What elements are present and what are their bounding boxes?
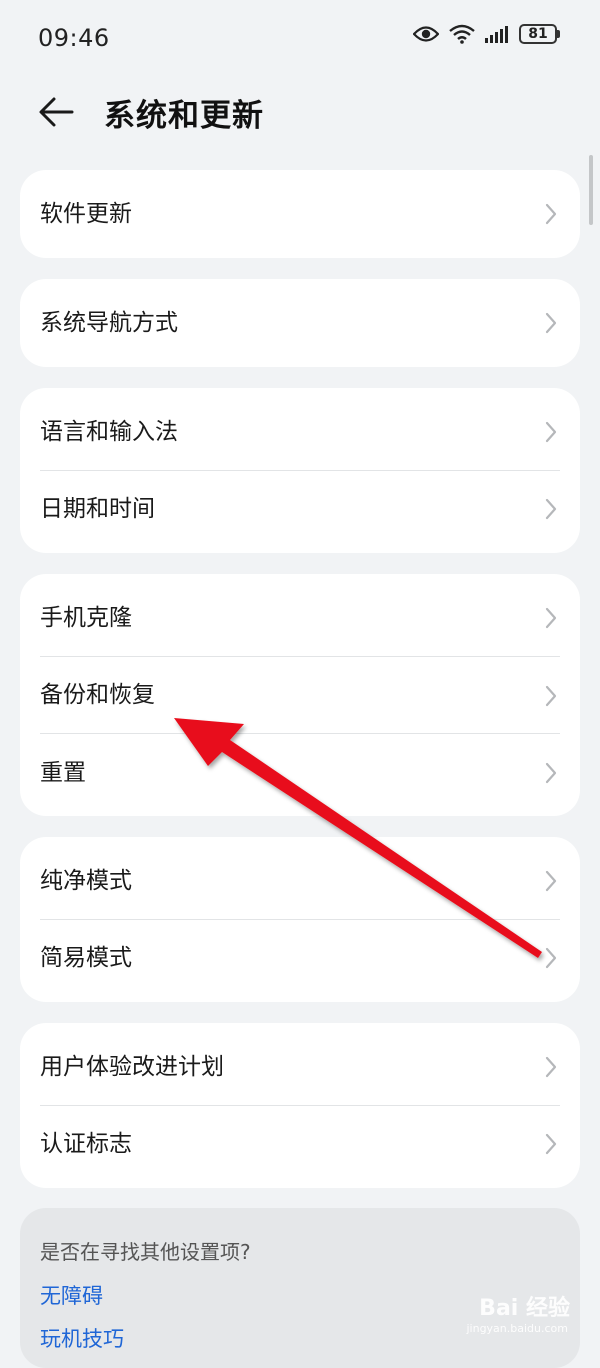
chevron-right-icon <box>545 947 557 969</box>
settings-item-pure-mode[interactable]: 纯净模式 <box>20 837 580 920</box>
settings-item-system-navigation[interactable]: 系统导航方式 <box>20 279 580 367</box>
chevron-right-icon <box>545 762 557 784</box>
item-label: 用户体验改进计划 <box>40 1054 224 1080</box>
scrollbar[interactable] <box>589 155 593 225</box>
battery-tip <box>557 30 560 38</box>
item-label: 系统导航方式 <box>40 310 178 336</box>
eye-icon <box>413 26 439 42</box>
settings-item-reset[interactable]: 重置 <box>20 734 580 816</box>
chevron-right-icon <box>545 203 557 225</box>
item-label: 备份和恢复 <box>40 682 155 708</box>
settings-group-backup-reset: 手机克隆 备份和恢复 重置 <box>20 574 580 816</box>
suggestion-question: 是否在寻找其他设置项? <box>40 1240 251 1264</box>
watermark-text: Bai 经验 <box>479 1296 570 1321</box>
settings-group-modes: 纯净模式 简易模式 <box>20 837 580 1002</box>
page-title: 系统和更新 <box>104 98 264 134</box>
settings-group-experience: 用户体验改进计划 认证标志 <box>20 1023 580 1188</box>
chevron-right-icon <box>545 1133 557 1155</box>
item-label: 语言和输入法 <box>40 419 178 445</box>
chevron-right-icon <box>545 685 557 707</box>
item-label: 日期和时间 <box>40 496 155 522</box>
item-label: 简易模式 <box>40 945 132 971</box>
item-label: 认证标志 <box>40 1131 132 1157</box>
suggestion-card: 是否在寻找其他设置项? 无障碍 玩机技巧 <box>20 1208 580 1368</box>
status-icons: 81 <box>413 24 560 44</box>
link-accessibility[interactable]: 无障碍 <box>40 1280 103 1310</box>
watermark-logo: Bai 经验 <box>479 1290 570 1322</box>
chevron-right-icon <box>545 1056 557 1078</box>
link-tips[interactable]: 玩机技巧 <box>40 1323 124 1353</box>
item-label: 软件更新 <box>40 201 132 227</box>
item-label: 纯净模式 <box>40 868 132 894</box>
settings-item-phone-clone[interactable]: 手机克隆 <box>20 574 580 657</box>
battery-level: 81 <box>519 24 557 44</box>
chevron-right-icon <box>545 607 557 629</box>
back-button[interactable] <box>36 92 76 132</box>
settings-group-navigation: 系统导航方式 <box>20 279 580 367</box>
status-bar: 09:46 81 <box>0 0 600 76</box>
settings-item-user-experience[interactable]: 用户体验改进计划 <box>20 1023 580 1106</box>
back-arrow-icon <box>39 97 74 127</box>
chevron-right-icon <box>545 421 557 443</box>
settings-group-update: 软件更新 <box>20 170 580 258</box>
watermark-url: jingyan.baidu.com <box>466 1322 568 1335</box>
item-label: 手机克隆 <box>40 605 132 631</box>
chevron-right-icon <box>545 498 557 520</box>
settings-group-language-time: 语言和输入法 日期和时间 <box>20 388 580 553</box>
header: 系统和更新 <box>0 80 600 144</box>
chevron-right-icon <box>545 870 557 892</box>
settings-item-date-time[interactable]: 日期和时间 <box>20 471 580 553</box>
settings-item-certification[interactable]: 认证标志 <box>20 1106 580 1188</box>
battery-indicator: 81 <box>519 24 560 44</box>
chevron-right-icon <box>545 312 557 334</box>
settings-item-language-input[interactable]: 语言和输入法 <box>20 388 580 471</box>
settings-item-backup-restore[interactable]: 备份和恢复 <box>20 657 580 734</box>
settings-item-simple-mode[interactable]: 简易模式 <box>20 920 580 1002</box>
settings-item-software-update[interactable]: 软件更新 <box>20 170 580 258</box>
item-label: 重置 <box>40 760 86 786</box>
wifi-icon <box>449 24 475 44</box>
status-time: 09:46 <box>38 24 110 52</box>
signal-icon <box>485 26 508 43</box>
